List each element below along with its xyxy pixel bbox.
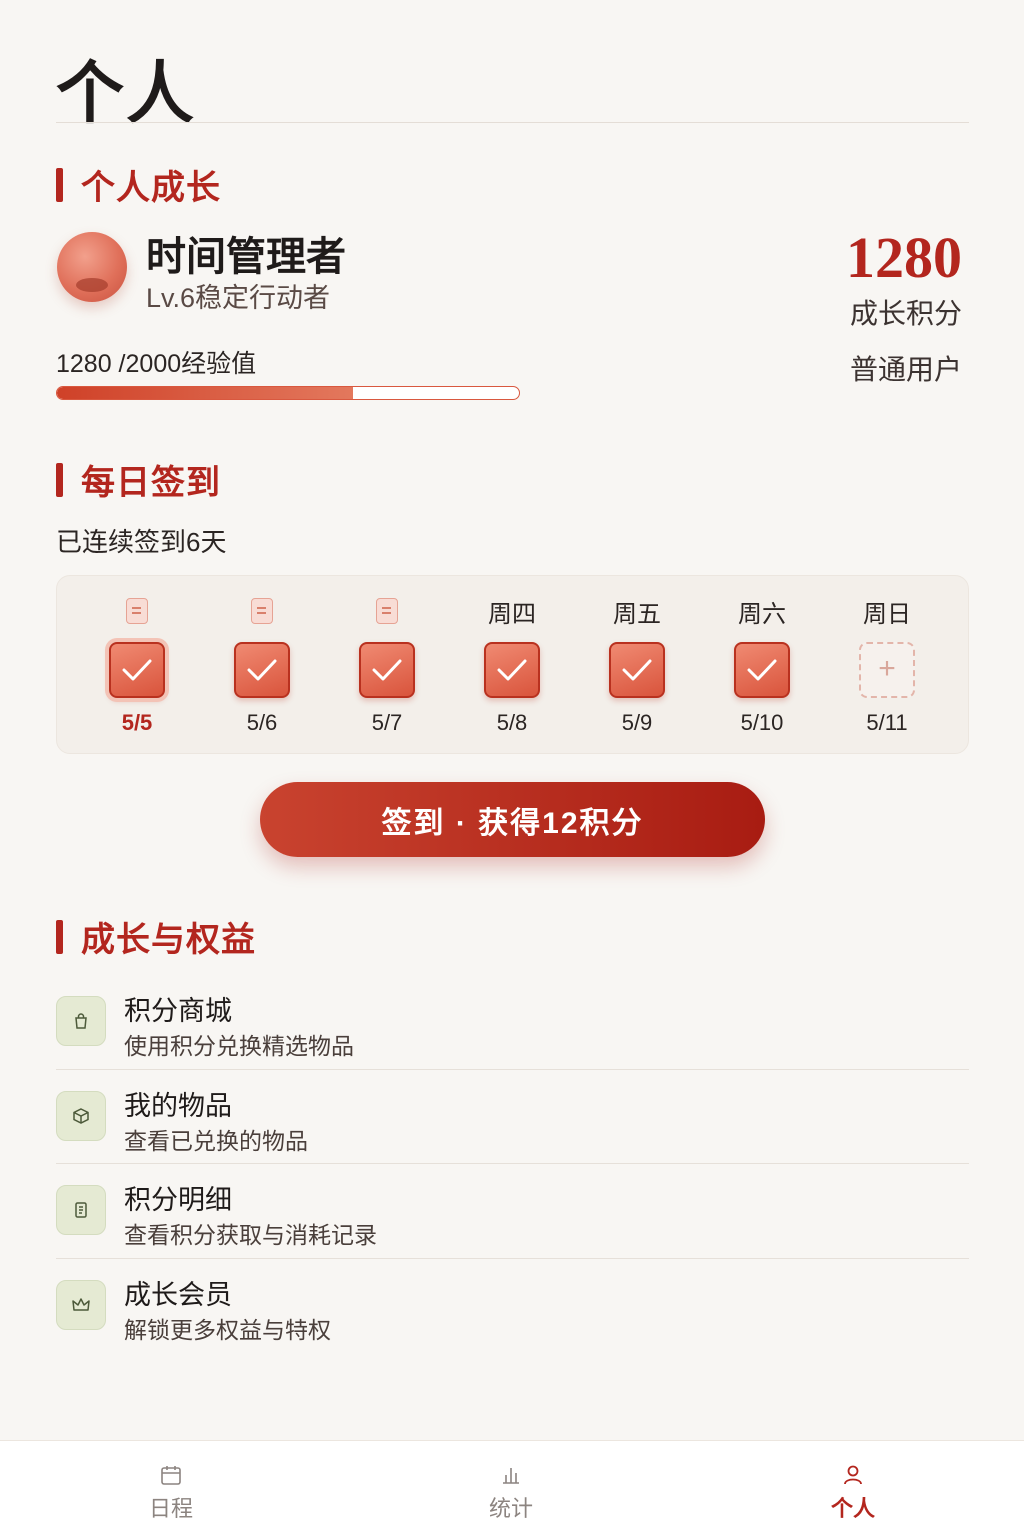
- exp-progress-bar: [56, 386, 520, 400]
- checkin-day-label: 周日: [863, 601, 911, 628]
- calendar-icon: [161, 1466, 181, 1485]
- checkin-day: 周日 +5/11: [837, 576, 937, 755]
- checkin-day: 5/6: [212, 576, 312, 755]
- title-divider: [56, 122, 969, 123]
- user-level: Lv.6稳定行动者: [146, 283, 331, 313]
- receipt-icon: [56, 1185, 106, 1235]
- list-item-subtitle: 解锁更多权益与特权: [124, 1316, 331, 1343]
- list-item-points-detail[interactable]: 积分明细 查看积分获取与消耗记录: [56, 1164, 969, 1259]
- check-icon: [372, 659, 402, 681]
- growth-score-label: 成长积分: [849, 298, 962, 329]
- chart-icon: [503, 1468, 519, 1484]
- bottom-nav: 日程 统计 个人: [0, 1440, 1024, 1536]
- nav-label: 个人: [830, 1496, 875, 1521]
- check-icon: [497, 659, 527, 681]
- crown-icon: [56, 1279, 106, 1330]
- section-accent-bar: [56, 167, 63, 202]
- checkin-day-date: 5/6: [246, 710, 278, 735]
- nav-item-stats[interactable]: 统计: [451, 1441, 571, 1536]
- nav-label: 日程: [148, 1496, 193, 1521]
- checkin-day: 5/5: [87, 576, 187, 755]
- checkin-day-date: 5/10: [740, 710, 784, 735]
- box-icon: [56, 1090, 106, 1141]
- checkin-checked-box[interactable]: [359, 642, 415, 698]
- checkin-week-card: 5/5 5/6 5/7 周四 5/8 周五 5/9 周六 5/10 周日 +5/11: [56, 575, 969, 754]
- checkin-day-label: 周四: [488, 601, 536, 628]
- checkin-day-date: 5/9: [621, 710, 653, 735]
- checkin-checked-box[interactable]: [109, 642, 165, 698]
- growth-section-header: 个人成长: [56, 160, 221, 209]
- user-tier: 普通用户: [849, 354, 962, 385]
- list-item-points-mall[interactable]: 积分商城 使用积分兑换精选物品: [56, 975, 969, 1070]
- memo-icon: [126, 598, 148, 624]
- checkin-section-header: 每日签到: [56, 455, 221, 504]
- checkin-checked-box[interactable]: [609, 642, 665, 698]
- list-item-subtitle: 查看积分获取与消耗记录: [124, 1222, 377, 1248]
- checkin-section-title: 每日签到: [81, 465, 221, 502]
- list-item-title: 积分商城: [124, 996, 232, 1026]
- checkin-day: 5/7: [337, 576, 437, 755]
- check-icon: [747, 659, 777, 681]
- nav-item-profile[interactable]: 个人: [793, 1441, 913, 1536]
- exp-text: 1280 /2000经验值: [56, 350, 257, 378]
- list-item-membership[interactable]: 成长会员 解锁更多权益与特权: [56, 1259, 969, 1354]
- checkin-checked-box[interactable]: [234, 642, 290, 698]
- checkin-button[interactable]: 签到 · 获得12积分: [260, 782, 765, 857]
- nav-item-schedule[interactable]: 日程: [111, 1441, 231, 1536]
- exp-progress-fill: [57, 387, 353, 399]
- avatar[interactable]: [57, 232, 127, 302]
- benefits-section-header: 成长与权益: [56, 912, 256, 961]
- list-item-subtitle: 查看已兑换的物品: [124, 1127, 308, 1154]
- list-item-subtitle: 使用积分兑换精选物品: [124, 1033, 354, 1059]
- checkin-day: 周五 5/9: [587, 576, 687, 755]
- memo-icon: [251, 598, 273, 624]
- memo-icon: [376, 598, 398, 624]
- profile-page: 个人 个人成长 时间管理者 Lv.6稳定行动者 1280 成长积分 普通用户 1…: [0, 0, 1024, 1536]
- user-name: 时间管理者: [146, 234, 346, 279]
- checkin-day: 周四 5/8: [462, 576, 562, 755]
- checkin-checked-box[interactable]: [734, 642, 790, 698]
- list-item-title: 成长会员: [124, 1279, 232, 1310]
- checkin-day-date: 5/7: [371, 710, 403, 735]
- checkin-day: 周六 5/10: [712, 576, 812, 755]
- checkin-day-label: 周六: [738, 601, 786, 628]
- checkin-day-label: 周五: [613, 601, 661, 628]
- check-icon: [122, 659, 152, 681]
- person-icon: [844, 1465, 862, 1485]
- plus-icon: +: [878, 652, 896, 685]
- benefits-list: 积分商城 使用积分兑换精选物品 我的物品 查看已兑换的物品 积分明细 查看积分获…: [56, 975, 969, 1353]
- list-item-title: 我的物品: [124, 1090, 232, 1121]
- nav-label: 统计: [488, 1496, 533, 1521]
- section-accent-bar: [56, 462, 63, 497]
- benefits-section-title: 成长与权益: [81, 922, 256, 959]
- growth-section-title: 个人成长: [81, 170, 221, 207]
- check-icon: [247, 659, 277, 681]
- checkin-checked-box[interactable]: [484, 642, 540, 698]
- list-item-my-items[interactable]: 我的物品 查看已兑换的物品: [56, 1070, 969, 1164]
- checkin-streak: 已连续签到6天: [56, 527, 227, 557]
- checkin-day-date: 5/8: [496, 710, 528, 735]
- shopping-bag-icon: [56, 996, 106, 1046]
- checkin-add-box[interactable]: +: [859, 642, 915, 698]
- growth-score: 1280: [846, 225, 962, 290]
- section-accent-bar: [56, 919, 63, 954]
- checkin-day-date: 5/11: [866, 710, 908, 735]
- checkin-day-date: 5/5: [121, 710, 153, 735]
- check-icon: [622, 659, 652, 681]
- list-item-title: 积分明细: [124, 1185, 232, 1215]
